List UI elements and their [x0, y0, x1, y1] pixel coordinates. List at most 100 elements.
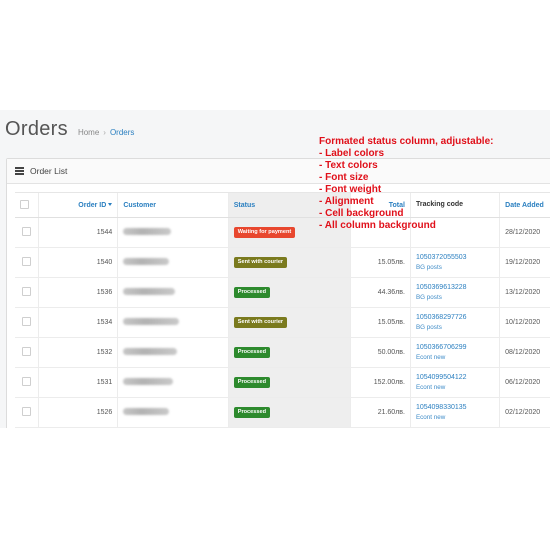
row-checkbox-cell	[15, 247, 39, 278]
customer-name-redacted	[117, 397, 229, 428]
row-checkbox[interactable]	[22, 407, 32, 416]
customer-name-redacted	[117, 307, 229, 338]
row-checkbox-cell	[15, 307, 39, 338]
tracking-code-link[interactable]: 1054099504122	[416, 373, 494, 383]
order-total: 50.00лв.	[350, 337, 411, 368]
column-customer[interactable]: Customer	[117, 192, 229, 218]
table-row: 1532 Processed 50.00лв. 1050366706299 Econt …	[15, 337, 550, 368]
date-added: 10/12/2020	[499, 307, 550, 338]
breadcrumb-home[interactable]: Home	[78, 128, 99, 137]
annotation-item: - Label colors	[319, 148, 385, 159]
tracking-cell: 1054098330135 Econt new	[409, 397, 500, 428]
tracking-code-link[interactable]: 1050369613228	[416, 283, 494, 293]
row-checkbox-cell	[15, 217, 39, 248]
status-cell: Processed	[227, 337, 351, 368]
status-badge: Processed	[233, 287, 271, 298]
customer-name-redacted	[117, 247, 229, 278]
status-cell: Processed	[227, 367, 351, 398]
order-total: 21.60лв.	[350, 397, 411, 428]
list-icon	[15, 167, 24, 175]
courier-name: BG posts	[415, 293, 442, 301]
breadcrumb: Home › Orders	[78, 128, 134, 137]
order-total: 15.05лв.	[350, 247, 411, 278]
status-badge: Sent with courier	[233, 317, 288, 328]
order-id: 1526	[38, 397, 118, 428]
row-checkbox[interactable]	[22, 287, 32, 296]
order-id: 1532	[38, 337, 118, 368]
row-checkbox[interactable]	[22, 347, 32, 356]
order-id: 1531	[38, 367, 118, 398]
courier-name: Econt new	[415, 383, 446, 391]
select-all-checkbox-cell	[15, 192, 39, 218]
row-checkbox[interactable]	[22, 377, 32, 386]
column-date-added[interactable]: Date Added	[499, 192, 550, 218]
order-id: 1536	[38, 277, 118, 308]
annotation-item: - All column background	[319, 220, 436, 231]
date-added: 19/12/2020	[499, 247, 550, 278]
table-row: 1534 Sent with courier 15.05лв. 10503682977…	[15, 307, 550, 338]
order-id: 1544	[38, 217, 118, 248]
row-checkbox-cell	[15, 367, 39, 398]
status-cell: Sent with courier	[227, 307, 351, 338]
tracking-cell: 1050368297726 BG posts	[409, 307, 500, 338]
order-total: 152.00лв.	[350, 367, 411, 398]
date-added: 06/12/2020	[499, 367, 550, 398]
annotation-item: - Font weight	[319, 184, 382, 195]
annotation-item: - Font size	[319, 172, 369, 183]
row-checkbox[interactable]	[22, 227, 32, 236]
status-cell: Sent with courier	[227, 247, 351, 278]
annotation-item: - Alignment	[319, 196, 374, 207]
customer-name-redacted	[117, 217, 229, 248]
status-cell: Processed	[227, 277, 351, 308]
breadcrumb-orders[interactable]: Orders	[110, 128, 134, 137]
tracking-code-link[interactable]: 1050366706299	[416, 343, 494, 353]
select-all-checkbox[interactable]	[20, 199, 29, 209]
row-checkbox-cell	[15, 337, 39, 368]
tracking-code-link[interactable]: 1054098330135	[416, 403, 494, 413]
breadcrumb-separator: ›	[103, 128, 106, 137]
row-checkbox[interactable]	[22, 317, 32, 326]
date-added: 28/12/2020	[499, 217, 550, 248]
status-badge: Processed	[233, 377, 271, 388]
status-badge: Waiting for payment	[233, 227, 296, 238]
status-badge: Processed	[233, 347, 271, 358]
tracking-code-link[interactable]: 1050372055503	[416, 253, 494, 263]
annotation-item: - Cell background	[319, 208, 404, 219]
feature-annotation: Formated status column, adjustable: - Lab…	[319, 136, 493, 232]
tracking-code-link[interactable]: 1050368297726	[416, 313, 494, 323]
page-header: Orders Home › Orders	[5, 118, 134, 141]
table-row: 1536 Processed 44.36лв. 1050369613228 BG pos…	[15, 277, 550, 308]
courier-name: Econt new	[415, 353, 446, 361]
courier-name: Econt new	[415, 413, 446, 421]
order-total: 15.05лв.	[350, 307, 411, 338]
customer-name-redacted	[117, 277, 229, 308]
row-checkbox-cell	[15, 277, 39, 308]
sort-desc-icon	[108, 203, 113, 207]
table-row: 1526 Processed 21.60лв. 1054098330135 Econt …	[15, 397, 550, 428]
customer-name-redacted	[117, 337, 229, 368]
page-title: Orders	[5, 118, 68, 140]
tracking-cell: 1050372055503 BG posts	[409, 247, 500, 278]
customer-name-redacted	[117, 367, 229, 398]
courier-name: BG posts	[415, 323, 442, 331]
courier-name: BG posts	[415, 263, 442, 271]
order-id: 1534	[38, 307, 118, 338]
order-total: 44.36лв.	[350, 277, 411, 308]
order-id: 1540	[38, 247, 118, 278]
table-row: 1531 Processed 152.00лв. 1054099504122 Econt…	[15, 367, 550, 398]
row-checkbox-cell	[15, 397, 39, 428]
tracking-cell: 1054099504122 Econt new	[409, 367, 500, 398]
column-order-id[interactable]: Order ID	[38, 192, 118, 218]
status-badge: Processed	[233, 407, 271, 418]
date-added: 02/12/2020	[499, 397, 550, 428]
row-checkbox[interactable]	[22, 257, 32, 266]
tracking-cell: 1050369613228 BG posts	[409, 277, 500, 308]
annotation-item: - Text colors	[319, 160, 378, 171]
tracking-cell: 1050366706299 Econt new	[409, 337, 500, 368]
annotation-title: Formated status column, adjustable:	[319, 136, 494, 147]
date-added: 13/12/2020	[499, 277, 550, 308]
status-badge: Sent with courier	[233, 257, 288, 268]
table-row: 1540 Sent with courier 15.05лв. 10503720555…	[15, 247, 550, 278]
date-added: 08/12/2020	[499, 337, 550, 368]
status-cell: Processed	[227, 397, 351, 428]
